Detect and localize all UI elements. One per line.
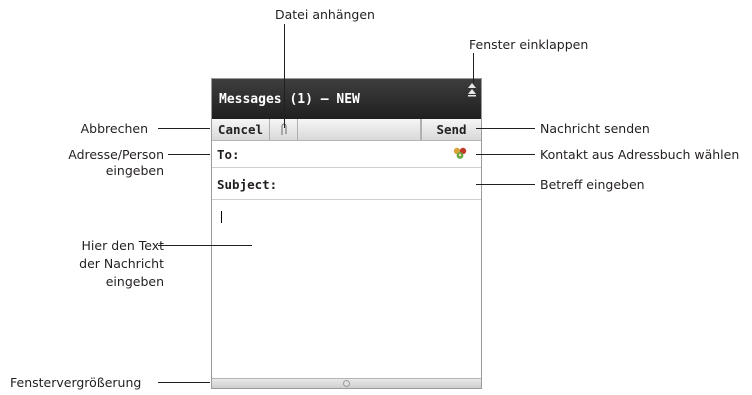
leader-subject [476, 184, 535, 185]
subject-label: Subject: [217, 177, 278, 192]
callout-contact: Kontakt aus Adressbuch wählen [540, 147, 740, 162]
text-cursor [221, 211, 222, 223]
subject-field[interactable]: Subject: [212, 168, 481, 200]
leader-send [476, 128, 535, 129]
callout-resize: Fenstervergrößerung [10, 375, 142, 390]
callout-body-line1: Hier den Text [81, 238, 164, 253]
leader-cancel [158, 128, 210, 129]
leader-resize [158, 382, 210, 383]
send-button[interactable]: Send [421, 119, 481, 140]
leader-body [158, 245, 252, 246]
to-field[interactable]: To: [212, 141, 481, 168]
address-book-icon[interactable] [452, 146, 468, 161]
leader-collapse [473, 53, 474, 83]
message-window: Messages (1) – NEW Cancel Send To: Subje… [211, 78, 482, 389]
leader-contact [476, 154, 535, 155]
window-title: Messages (1) – NEW [219, 92, 360, 107]
resize-grip-icon[interactable] [343, 380, 350, 387]
to-label: To: [217, 147, 240, 162]
callout-collapse-window: Fenster einklappen [469, 37, 589, 52]
callout-send: Nachricht senden [540, 121, 650, 136]
leader-address [168, 154, 210, 155]
callout-body-line2: der Nachricht [79, 256, 164, 271]
cancel-button[interactable]: Cancel [212, 119, 270, 140]
callout-subject: Betreff eingeben [540, 177, 645, 192]
title-bar[interactable]: Messages (1) – NEW [212, 79, 481, 119]
leader-attach [284, 24, 285, 128]
callout-body-line3: eingeben [105, 274, 164, 289]
callout-cancel: Abbrechen [80, 121, 148, 136]
callout-address-line1: Adresse/Person [68, 147, 164, 162]
callout-address-line2: eingeben [105, 163, 164, 178]
toolbar-spacer [298, 119, 421, 140]
collapse-icon[interactable] [467, 81, 477, 97]
message-body[interactable] [212, 200, 481, 378]
toolbar: Cancel Send [212, 119, 481, 141]
resize-bar[interactable] [212, 378, 481, 388]
callout-attach-file: Datei anhängen [275, 7, 375, 22]
